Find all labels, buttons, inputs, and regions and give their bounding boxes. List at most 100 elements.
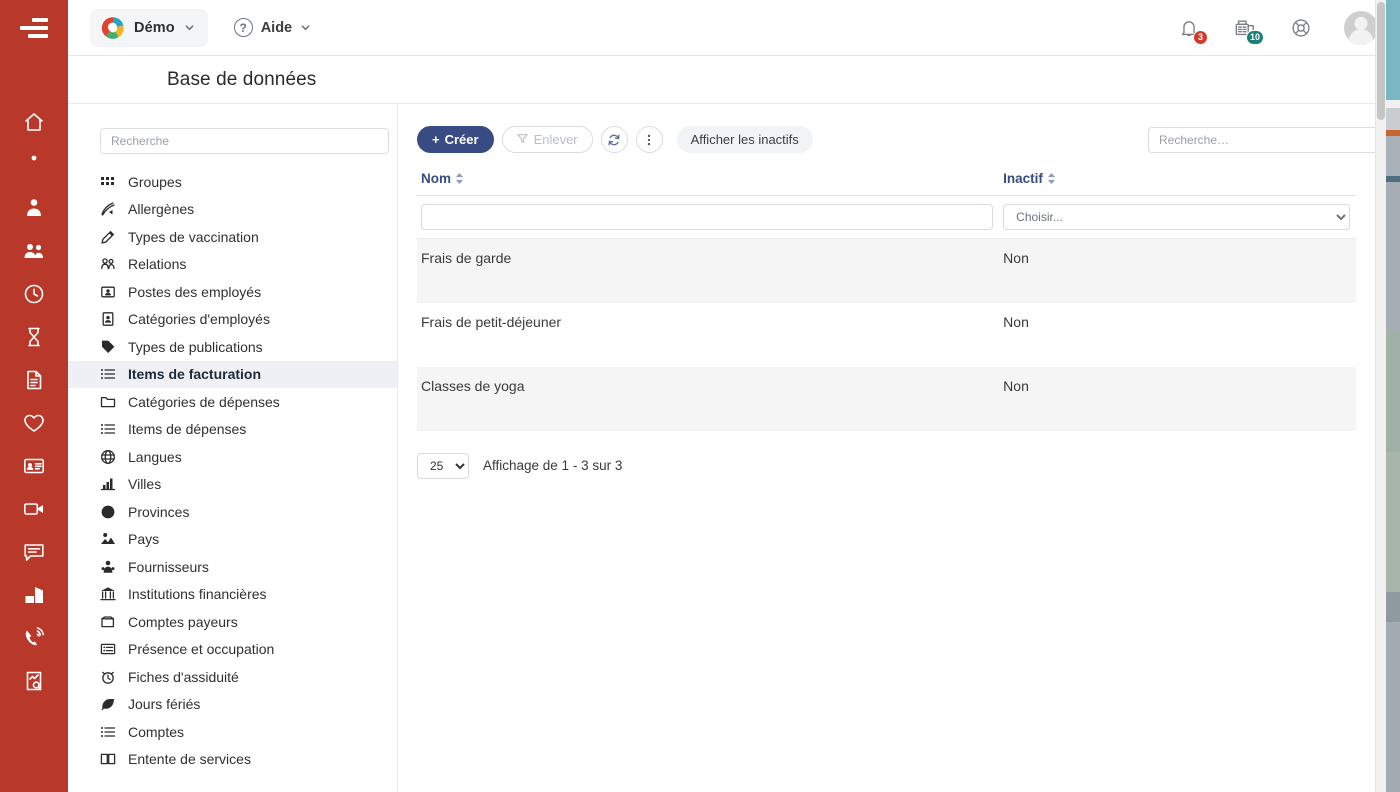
- scrollbar-thumb[interactable]: [1377, 2, 1385, 120]
- sort-icon[interactable]: [1047, 173, 1056, 184]
- notifications-button[interactable]: 3: [1176, 15, 1202, 41]
- sidebar-item-label: Présence et occupation: [128, 641, 274, 657]
- chevron-down-icon: [184, 22, 195, 33]
- nav-search-input[interactable]: [100, 128, 389, 154]
- list-icon: [99, 724, 116, 740]
- column-header-nom[interactable]: Nom: [417, 171, 999, 196]
- sidebar-item-pays[interactable]: Pays: [68, 526, 397, 554]
- menu-toggle-button[interactable]: [0, 0, 68, 56]
- table-row[interactable]: Classes de yoga Non: [417, 367, 1356, 431]
- more-vertical-icon: [642, 133, 656, 147]
- rail-item-heart[interactable]: [0, 401, 68, 444]
- sidebar-item-postes-des-employes[interactable]: Postes des employés: [68, 278, 397, 306]
- rail-item-child[interactable]: [0, 143, 68, 186]
- rail-item-building[interactable]: [0, 573, 68, 616]
- support-button[interactable]: [1288, 15, 1314, 41]
- sidebar-item-categories-d-employes[interactable]: Catégories d'employés: [68, 306, 397, 334]
- org-switcher[interactable]: Démo: [90, 9, 208, 47]
- rail-item-report-search[interactable]: [0, 659, 68, 702]
- chevron-down-icon: [300, 22, 311, 33]
- cell-nom: Frais de garde: [417, 239, 999, 303]
- rail-item-people[interactable]: [0, 229, 68, 272]
- sliver-strip: [1386, 0, 1400, 100]
- message-icon: [22, 540, 46, 564]
- entity-nav-panel: Groupes Allergènes Types de vaccination …: [68, 104, 398, 792]
- rail-item-id-card[interactable]: [0, 444, 68, 487]
- rail-item-phone-ring[interactable]: [0, 616, 68, 659]
- sort-icon[interactable]: [455, 173, 464, 184]
- table-row[interactable]: Frais de garde Non: [417, 239, 1356, 303]
- sidebar-item-groupes[interactable]: Groupes: [68, 168, 397, 196]
- help-menu[interactable]: ? Aide: [234, 18, 311, 37]
- sidebar-item-jours-feries[interactable]: Jours fériés: [68, 691, 397, 719]
- filter-cell-inactif: Choisir... Oui Non: [999, 196, 1356, 239]
- rail-item-video[interactable]: [0, 487, 68, 530]
- sidebar-item-allergenes[interactable]: Allergènes: [68, 196, 397, 224]
- list-icon: [99, 366, 116, 382]
- scrollbar-down-arrow[interactable]: [1376, 781, 1387, 792]
- table-row[interactable]: Frais de petit-déjeuner Non: [417, 303, 1356, 367]
- column-header-inactif[interactable]: Inactif: [999, 171, 1356, 196]
- sidebar-item-fiches-d-assiduite[interactable]: Fiches d'assiduité: [68, 663, 397, 691]
- rail-item-clock[interactable]: [0, 272, 68, 315]
- page-size-select[interactable]: 25 10 50 100: [417, 453, 469, 479]
- report-search-icon: [22, 669, 46, 693]
- sidebar-item-comptes[interactable]: Comptes: [68, 718, 397, 746]
- sidebar-item-provinces[interactable]: Provinces: [68, 498, 397, 526]
- allergy-icon: [99, 201, 116, 217]
- sidebar-item-types-de-publications[interactable]: Types de publications: [68, 333, 397, 361]
- more-actions-button[interactable]: [636, 126, 663, 153]
- sidebar-item-villes[interactable]: Villes: [68, 471, 397, 499]
- rail-item-document[interactable]: [0, 358, 68, 401]
- sidebar-item-items-de-depenses[interactable]: Items de dépenses: [68, 416, 397, 444]
- nav-search-wrap: [68, 128, 397, 154]
- rail-item-hourglass[interactable]: [0, 315, 68, 358]
- remove-button[interactable]: Enlever: [502, 126, 593, 153]
- sidebar-item-fournisseurs[interactable]: Fournisseurs: [68, 553, 397, 581]
- app-logo-icon: [101, 16, 125, 40]
- sidebar-item-langues[interactable]: Langues: [68, 443, 397, 471]
- sidebar-item-label: Catégories de dépenses: [128, 394, 280, 410]
- sidebar-item-entente-de-services[interactable]: Entente de services: [68, 746, 397, 774]
- sidebar-item-relations[interactable]: Relations: [68, 251, 397, 279]
- sidebar-item-items-de-facturation[interactable]: Items de facturation: [68, 361, 397, 389]
- sidebar-item-institutions-financieres[interactable]: Institutions financières: [68, 581, 397, 609]
- leaf-icon: [99, 696, 116, 712]
- create-button[interactable]: + Créer: [417, 126, 494, 153]
- tasks-badge: 10: [1246, 30, 1264, 45]
- sliver-strip: [1386, 108, 1400, 130]
- hamburger-icon: [20, 18, 48, 38]
- clock-icon: [22, 282, 46, 306]
- filter-nom-input[interactable]: [421, 204, 993, 230]
- app-root: Démo ? Aide 3 10: [0, 0, 1400, 792]
- rail-item-home[interactable]: [0, 100, 68, 143]
- sidebar-item-categories-de-depenses[interactable]: Catégories de dépenses: [68, 388, 397, 416]
- staff-icon: [22, 196, 46, 220]
- sidebar-item-comptes-payeurs[interactable]: Comptes payeurs: [68, 608, 397, 636]
- sidebar-item-label: Entente de services: [128, 751, 251, 767]
- question-mark-icon: ?: [234, 18, 253, 37]
- rail-item-message[interactable]: [0, 530, 68, 573]
- sidebar-item-label: Comptes: [128, 724, 184, 740]
- cell-inactif: Non: [999, 367, 1356, 431]
- sidebar-item-label: Comptes payeurs: [128, 614, 238, 630]
- sidebar-item-presence-et-occupation[interactable]: Présence et occupation: [68, 636, 397, 664]
- tasks-button[interactable]: 10: [1232, 15, 1258, 41]
- page-scrollbar[interactable]: [1375, 0, 1386, 792]
- sliver-strip: [1386, 136, 1400, 176]
- sidebar-item-label: Items de dépenses: [128, 421, 246, 437]
- refresh-button[interactable]: [601, 126, 628, 153]
- table-search-input[interactable]: [1148, 127, 1380, 153]
- sidebar-item-types-de-vaccination[interactable]: Types de vaccination: [68, 223, 397, 251]
- table-body: Frais de garde Non Frais de petit-déjeun…: [417, 239, 1356, 431]
- user-avatar[interactable]: [1344, 11, 1378, 45]
- sidebar-item-label: Relations: [128, 256, 186, 272]
- show-inactive-button[interactable]: Afficher les inactifs: [677, 126, 813, 153]
- pin-p-icon: [99, 504, 116, 520]
- rail-item-staff[interactable]: [0, 186, 68, 229]
- sliver-strip: [1386, 332, 1400, 452]
- supplier-icon: [99, 559, 116, 575]
- content-panel: + Créer Enlever Afficher les inactifs: [398, 104, 1400, 792]
- filter-inactif-select[interactable]: Choisir... Oui Non: [1003, 204, 1350, 230]
- home-icon: [22, 110, 46, 134]
